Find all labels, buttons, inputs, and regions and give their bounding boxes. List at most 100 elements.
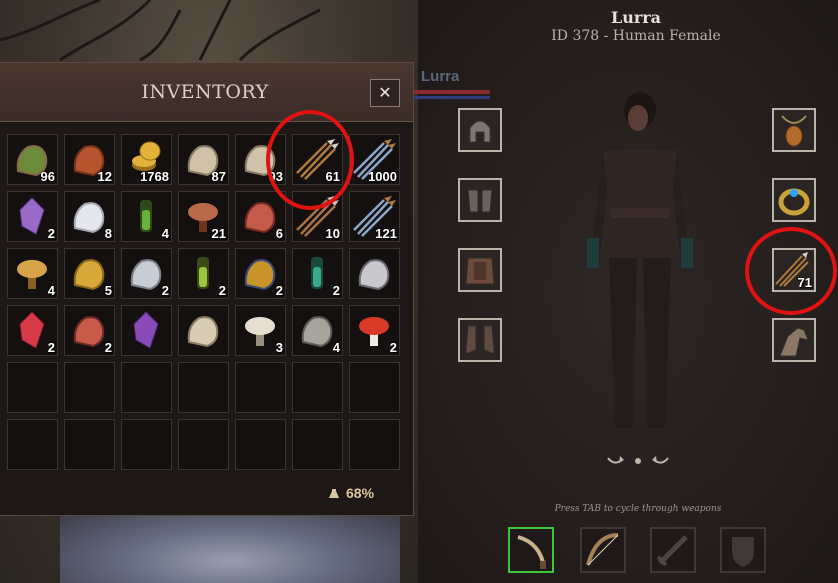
- inventory-slot[interactable]: 2: [64, 305, 115, 356]
- gloves-slot[interactable]: [458, 178, 502, 222]
- rotate-arrows-icon: [607, 456, 669, 464]
- item-count: 2: [275, 283, 283, 298]
- item-count: 2: [161, 283, 169, 298]
- item-count: 4: [161, 226, 169, 241]
- item-count: 10: [325, 226, 340, 241]
- inventory-slot[interactable]: 96: [7, 134, 58, 185]
- item-count: 61: [325, 169, 340, 184]
- helmet-icon: [469, 120, 491, 143]
- inventory-slot[interactable]: 21: [178, 191, 229, 242]
- inventory-header: INVENTORY ✕: [0, 63, 413, 122]
- inventory-slot-empty[interactable]: [235, 362, 286, 413]
- close-button[interactable]: ✕: [370, 79, 400, 107]
- inventory-slot[interactable]: 61: [292, 134, 343, 185]
- inventory-slot[interactable]: 2: [121, 248, 172, 299]
- inventory-slot[interactable]: 4: [121, 191, 172, 242]
- inventory-slot[interactable]: 2: [178, 248, 229, 299]
- item-count: 2: [47, 226, 55, 241]
- weapon-cycle-hint: Press TAB to cycle through weapons: [554, 504, 722, 514]
- item-count: 3: [275, 340, 283, 355]
- inventory-title: INVENTORY: [141, 81, 269, 103]
- item-count: 2: [47, 340, 55, 355]
- character-name: Lurra: [610, 8, 662, 27]
- inventory-slot[interactable]: 2: [7, 305, 58, 356]
- inventory-slot-empty[interactable]: [7, 362, 58, 413]
- inventory-slot[interactable]: 2: [349, 305, 400, 356]
- inventory-slot-empty[interactable]: [7, 419, 58, 470]
- item-count: 5: [104, 283, 112, 298]
- weapon-slot-1[interactable]: [508, 527, 554, 573]
- inventory-slot[interactable]: 8: [64, 191, 115, 242]
- ammo-slot[interactable]: 71: [772, 248, 816, 292]
- inventory-slot[interactable]: 2: [7, 191, 58, 242]
- iron-ingot-icon: [358, 259, 390, 291]
- mount-slot[interactable]: [772, 318, 816, 362]
- inventory-slot-empty[interactable]: [64, 362, 115, 413]
- weight-icon: [329, 489, 339, 498]
- inventory-slot-empty[interactable]: [235, 419, 286, 470]
- inventory-slot-empty[interactable]: [349, 419, 400, 470]
- bone-fang-icon: [187, 316, 219, 348]
- item-count: 2: [389, 340, 397, 355]
- bow-icon: [586, 533, 619, 566]
- item-count: 2: [218, 283, 226, 298]
- item-count: 2: [332, 283, 340, 298]
- weight-percent: 68%: [346, 485, 375, 501]
- inventory-panel: INVENTORY ✕ 96 12 1768 87 93 61 1000 2 8 4 21 6 10 12…: [0, 62, 414, 516]
- leather-armor-icon: [465, 257, 495, 285]
- inventory-slot-empty[interactable]: [121, 362, 172, 413]
- boots-slot[interactable]: [458, 318, 502, 362]
- shield-empty-icon: [732, 537, 754, 567]
- item-count: 6: [275, 226, 283, 241]
- ring-slot[interactable]: [772, 178, 816, 222]
- inventory-slot[interactable]: 6: [235, 191, 286, 242]
- inventory-slot[interactable]: [121, 305, 172, 356]
- sword-curved-icon: [517, 535, 546, 569]
- armor-slot[interactable]: [458, 248, 502, 292]
- weapon-slot-4[interactable]: [720, 527, 766, 573]
- rotate-character-control[interactable]: [604, 450, 672, 470]
- inventory-slot[interactable]: 1768: [121, 134, 172, 185]
- inventory-slot[interactable]: 121: [349, 191, 400, 242]
- inventory-slot[interactable]: [178, 305, 229, 356]
- weapon-slot-3[interactable]: [650, 527, 696, 573]
- item-count: 87: [211, 169, 226, 184]
- weapon-slot-2[interactable]: [580, 527, 626, 573]
- weight-indicator: 68%: [328, 485, 374, 501]
- item-count: 2: [104, 340, 112, 355]
- inventory-slot[interactable]: 2: [292, 248, 343, 299]
- item-count: 121: [375, 226, 397, 241]
- inventory-slot-empty[interactable]: [292, 362, 343, 413]
- inventory-slot[interactable]: 93: [235, 134, 286, 185]
- character-figure[interactable]: [585, 88, 695, 438]
- inventory-slot[interactable]: 12: [64, 134, 115, 185]
- item-count: 93: [268, 169, 283, 184]
- health-bar: [412, 90, 490, 94]
- inventory-slot[interactable]: 87: [178, 134, 229, 185]
- item-count: 96: [40, 169, 55, 184]
- inventory-slot[interactable]: 3: [235, 305, 286, 356]
- inventory-slot-empty[interactable]: [349, 362, 400, 413]
- item-count: 1768: [140, 169, 169, 184]
- inventory-slot-empty[interactable]: [178, 419, 229, 470]
- item-count: 12: [97, 169, 112, 184]
- inventory-slot[interactable]: [349, 248, 400, 299]
- amethyst-icon: [133, 311, 159, 349]
- inventory-slot-empty[interactable]: [178, 362, 229, 413]
- mana-bar: [412, 96, 490, 99]
- item-count: 21: [211, 226, 226, 241]
- ring-icon: [778, 188, 810, 216]
- helmet-slot[interactable]: [458, 108, 502, 152]
- inventory-slot[interactable]: 2: [235, 248, 286, 299]
- inventory-slot[interactable]: 10: [292, 191, 343, 242]
- inventory-slot[interactable]: 4: [292, 305, 343, 356]
- inventory-slot[interactable]: 5: [64, 248, 115, 299]
- overhead-name-label: Lurra: [421, 68, 460, 85]
- sword-empty-icon: [656, 535, 688, 567]
- inventory-slot-empty[interactable]: [292, 419, 343, 470]
- inventory-slot-empty[interactable]: [64, 419, 115, 470]
- inventory-slot[interactable]: 4: [7, 248, 58, 299]
- inventory-slot[interactable]: 1000: [349, 134, 400, 185]
- amulet-slot[interactable]: [772, 108, 816, 152]
- inventory-slot-empty[interactable]: [121, 419, 172, 470]
